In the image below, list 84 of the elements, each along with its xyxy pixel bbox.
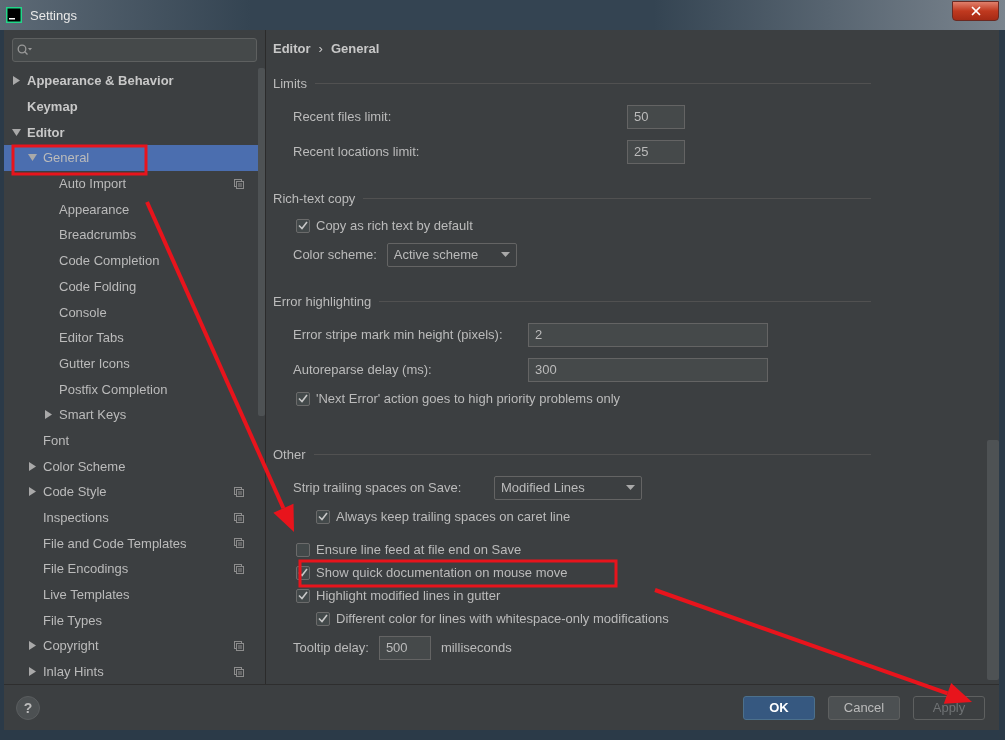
- tree-item[interactable]: Font: [4, 427, 258, 454]
- field-label: Recent locations limit:: [293, 144, 421, 159]
- tree-item[interactable]: Color Scheme: [4, 453, 258, 479]
- ok-button[interactable]: OK: [743, 695, 815, 720]
- breadcrumb-separator: ›: [318, 40, 323, 56]
- tree-item[interactable]: Console: [4, 299, 258, 325]
- scrollbar[interactable]: [258, 68, 265, 416]
- copy-icon: [234, 666, 244, 677]
- breadcrumb-item[interactable]: Editor: [273, 40, 311, 56]
- search-field[interactable]: [12, 38, 257, 62]
- tree-item[interactable]: Postfix Completion: [4, 376, 258, 402]
- input-field[interactable]: 500: [378, 635, 431, 660]
- unit-label: milliseconds: [440, 640, 512, 655]
- help-button[interactable]: ?: [16, 695, 40, 720]
- tree-item[interactable]: File Encodings: [4, 556, 258, 582]
- app-logo: [6, 7, 22, 23]
- dropdown[interactable]: Active scheme: [386, 242, 517, 267]
- tree-item[interactable]: File and Code Templates: [4, 530, 258, 557]
- checkbox[interactable]: [296, 391, 310, 406]
- input-field[interactable]: 25: [627, 139, 685, 164]
- tree-item[interactable]: Code Completion: [4, 247, 258, 274]
- tree-item[interactable]: Copyright: [4, 633, 258, 659]
- tree-item[interactable]: Inspections: [4, 504, 258, 531]
- section-title: Other: [273, 446, 306, 462]
- checkbox-label: Always keep trailing spaces on caret line: [336, 509, 571, 524]
- input-field[interactable]: 300: [528, 357, 768, 382]
- scrollbar[interactable]: [987, 440, 999, 680]
- checkbox[interactable]: [296, 542, 310, 557]
- tree-item[interactable]: Keymap: [4, 93, 258, 120]
- tree-item[interactable]: Breadcrumbs: [4, 222, 258, 248]
- caret-icon: [626, 485, 635, 490]
- copy-icon: [234, 640, 244, 651]
- input-field[interactable]: 50: [627, 104, 685, 129]
- copy-icon: [234, 538, 244, 549]
- section-title: Limits: [273, 75, 307, 91]
- checkbox-label: Different color for lines with whitespace-only modifications: [336, 611, 669, 626]
- tree-item[interactable]: Appearance: [4, 196, 258, 223]
- copy-icon: [234, 178, 244, 189]
- tree-item[interactable]: Code Folding: [4, 273, 258, 300]
- copy-icon: [234, 512, 244, 523]
- input-field[interactable]: 2: [528, 322, 768, 347]
- collapsed-arrow-icon[interactable]: [28, 641, 37, 651]
- caret-icon: [500, 252, 510, 257]
- checkbox[interactable]: [296, 588, 310, 603]
- tree-item[interactable]: Smart Keys: [4, 401, 258, 428]
- close-button[interactable]: [952, 1, 999, 21]
- collapsed-arrow-icon[interactable]: [28, 667, 37, 677]
- checkbox-label: Copy as rich text by default: [316, 218, 473, 233]
- checkbox[interactable]: [316, 611, 330, 626]
- dropdown[interactable]: Modified Lines: [494, 475, 642, 500]
- section-title: Error highlighting: [273, 293, 372, 309]
- dialog-button[interactable]: Cancel: [828, 695, 900, 720]
- tree-item[interactable]: Inlay Hints: [4, 658, 258, 684]
- tree-item[interactable]: Code Style: [4, 479, 258, 505]
- window-title: Settings: [30, 7, 78, 23]
- collapsed-arrow-icon[interactable]: [28, 461, 37, 471]
- field-label: Error stripe mark min height (pixels):: [293, 327, 504, 342]
- collapsed-arrow-icon[interactable]: [12, 76, 21, 86]
- tree-item[interactable]: Auto Import: [4, 170, 258, 197]
- collapsed-arrow-icon[interactable]: [44, 410, 53, 420]
- field-label: Recent files limit:: [293, 109, 393, 124]
- field-label: Autoreparse delay (ms):: [293, 362, 433, 377]
- tree-item[interactable]: Gutter Icons: [4, 350, 258, 377]
- checkbox-label: Highlight modified lines in gutter: [316, 588, 501, 603]
- checkbox[interactable]: [296, 218, 310, 233]
- search-icon: [17, 44, 33, 56]
- breadcrumb-item[interactable]: General: [330, 40, 380, 56]
- collapsed-arrow-icon[interactable]: [28, 487, 37, 497]
- tree-item[interactable]: Live Templates: [4, 581, 258, 608]
- checkbox[interactable]: [316, 509, 330, 524]
- expanded-arrow-icon[interactable]: [12, 127, 21, 137]
- copy-icon: [234, 563, 244, 574]
- checkbox-label: Show quick documentation on mouse move: [316, 565, 568, 580]
- tree-item[interactable]: Editor Tabs: [4, 324, 258, 351]
- copy-icon: [234, 486, 244, 497]
- section-title: Rich-text copy: [273, 190, 356, 206]
- dropdown-label: Color scheme:: [293, 247, 377, 262]
- field-label: Tooltip delay:: [293, 640, 369, 655]
- dropdown-label: Strip trailing spaces on Save:: [293, 480, 463, 495]
- tree-item[interactable]: Appearance & Behavior: [4, 68, 258, 94]
- tree-item[interactable]: File Types: [4, 607, 258, 634]
- checkbox-label: Ensure line feed at file end on Save: [316, 542, 522, 557]
- checkbox-label: 'Next Error' action goes to high priority problems only: [316, 391, 621, 406]
- tree-item[interactable]: Editor: [4, 119, 258, 146]
